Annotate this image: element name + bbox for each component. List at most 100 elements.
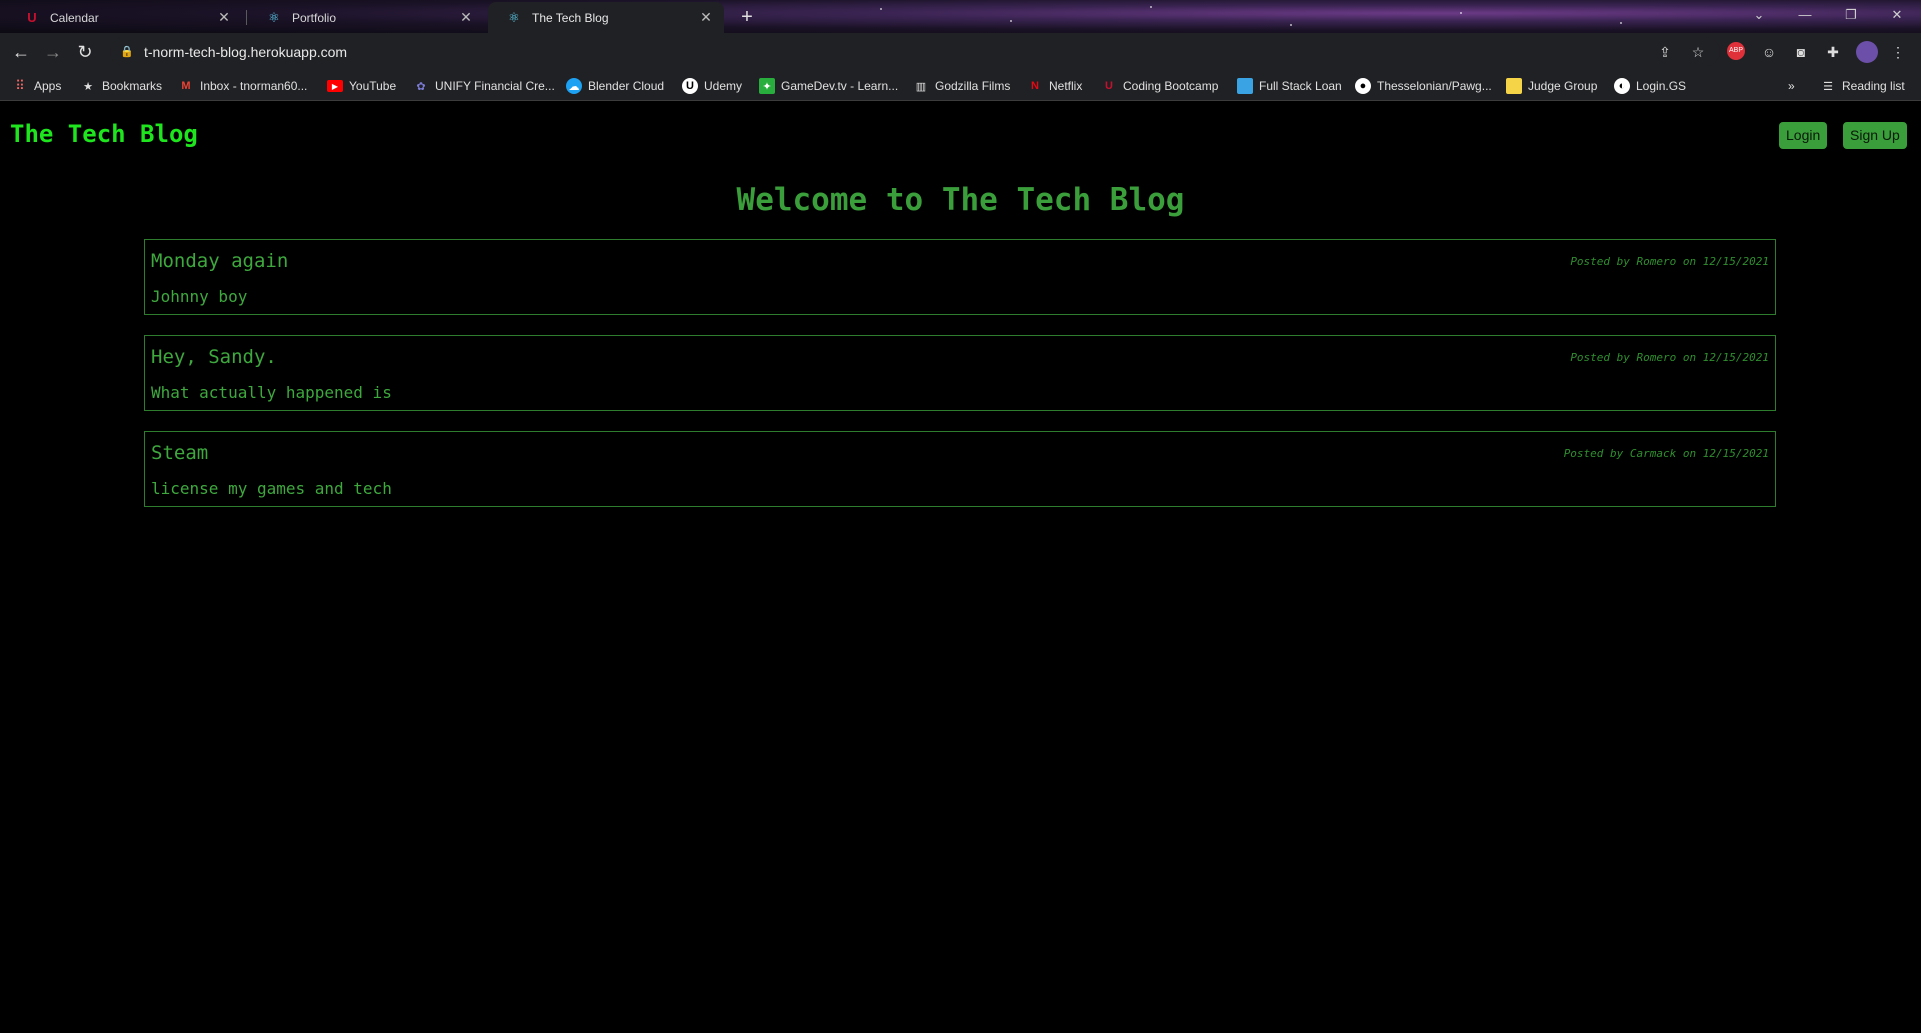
restore-icon[interactable]: ❐ [1828, 0, 1874, 30]
url-text: t-norm-tech-blog.herokuapp.com [144, 43, 348, 60]
site-title[interactable]: The Tech Blog [10, 120, 198, 148]
bookmarks-overflow[interactable]: » [1788, 76, 1795, 96]
bookmark-star-icon[interactable]: ☆ [1688, 42, 1708, 62]
globe-icon: ◐ [1614, 78, 1630, 94]
bookmark-unify[interactable]: ✿ UNIFY Financial Cre... [413, 76, 555, 96]
new-tab-button[interactable]: + [733, 5, 761, 29]
bookmark-label: Udemy [704, 79, 743, 93]
bookmark-label: UNIFY Financial Cre... [435, 79, 555, 93]
bookmark-login-gs[interactable]: ◐ Login.GS [1614, 76, 1686, 96]
blue-square-icon [1237, 78, 1253, 94]
login-button[interactable]: Login [1779, 122, 1828, 149]
close-icon[interactable]: ✕ [458, 9, 474, 26]
bookmark-bookmarks[interactable]: ★ Bookmarks [80, 76, 162, 96]
bookmark-label: Blender Cloud [588, 79, 665, 93]
bookmark-label: Login.GS [1636, 79, 1687, 93]
address-bar[interactable]: 🔒 t-norm-tech-blog.herokuapp.com [110, 37, 1720, 66]
bookmark-label: YouTube [349, 79, 397, 93]
close-icon[interactable]: ✕ [216, 9, 232, 26]
gmail-icon: M [181, 80, 191, 92]
decorative-star [1620, 22, 1622, 24]
bookmark-udemy[interactable]: U Udemy [682, 76, 742, 96]
udemy-icon: U [682, 78, 698, 94]
tab-portfolio[interactable]: ⚛ Portfolio ✕ [248, 2, 484, 33]
post-card[interactable]: Monday again Posted by Romero on 12/15/2… [144, 239, 1776, 315]
bookmark-godzilla[interactable]: ▥ Godzilla Films [913, 76, 1011, 96]
minimize-icon[interactable]: — [1782, 0, 1828, 30]
netflix-icon: N [1031, 80, 1039, 92]
unify-icon: ✿ [416, 80, 426, 93]
signup-button[interactable]: Sign Up [1843, 122, 1907, 149]
tab-title: The Tech Blog [532, 10, 609, 25]
close-icon[interactable]: ✕ [698, 9, 714, 26]
post-card[interactable]: Hey, Sandy. Posted by Romero on 12/15/20… [144, 335, 1776, 411]
bookmark-label: GameDev.tv - Learn... [781, 79, 899, 93]
post-title[interactable]: Monday again [151, 250, 288, 272]
bookmark-label: Coding Bootcamp [1123, 79, 1219, 93]
decorative-star [880, 8, 882, 10]
bookmark-blender-cloud[interactable]: ☁ Blender Cloud [566, 76, 664, 96]
decorative-star [1150, 6, 1152, 8]
bookmark-inbox[interactable]: M Inbox - tnorman60... [178, 76, 307, 96]
bookmark-label: Thesselonian/Pawg... [1377, 79, 1492, 93]
post-card[interactable]: Steam Posted by Carmack on 12/15/2021 li… [144, 431, 1776, 507]
bookmark-youtube[interactable]: ▶ YouTube [327, 76, 396, 96]
react-logo-icon: ⚛ [508, 9, 520, 25]
bookmark-judge-group[interactable]: Judge Group [1506, 76, 1597, 96]
post-title[interactable]: Hey, Sandy. [151, 346, 277, 368]
university-logo-icon: U [27, 10, 37, 25]
forward-icon[interactable]: → [40, 39, 66, 65]
extensions-puzzle-icon[interactable]: ✚ [1823, 42, 1843, 62]
tab-calendar[interactable]: U Calendar ✕ [6, 2, 242, 33]
decorative-star [1010, 20, 1012, 22]
browser-toolbar: ← → ↻ 🔒 t-norm-tech-blog.herokuapp.com ⇪… [0, 33, 1921, 70]
bookmark-gamedev[interactable]: ✦ GameDev.tv - Learn... [759, 76, 898, 96]
bookmarks-bar: ⠿ Apps ★ Bookmarks M Inbox - tnorman60... ▶… [0, 70, 1921, 101]
extension-face-icon[interactable]: ☺ [1759, 42, 1779, 62]
bookmark-label: Inbox - tnorman60... [200, 79, 308, 93]
avatar[interactable] [1856, 41, 1878, 63]
reading-list-button[interactable]: ☰ Reading list [1820, 76, 1905, 96]
page-title: Welcome to The Tech Blog [736, 182, 1185, 218]
post-title[interactable]: Steam [151, 442, 208, 464]
adblock-icon[interactable]: ABP [1727, 42, 1745, 60]
bookmark-full-stack-loan[interactable]: Full Stack Loan [1237, 76, 1342, 96]
post-body: What actually happened is [151, 383, 392, 402]
tab-separator [246, 10, 247, 25]
camera-icon[interactable]: ◙ [1791, 42, 1811, 62]
lock-icon: 🔒 [120, 46, 134, 58]
share-icon[interactable]: ⇪ [1655, 42, 1675, 62]
bookmark-label: Full Stack Loan [1259, 79, 1342, 93]
close-window-icon[interactable]: ✕ [1874, 0, 1920, 30]
cloud-icon: ☁ [566, 78, 582, 94]
post-body: license my games and tech [151, 479, 392, 498]
youtube-icon: ▶ [327, 80, 343, 92]
post-meta: Posted by Romero on 12/15/2021 [1570, 255, 1769, 268]
tab-tech-blog[interactable]: ⚛ The Tech Blog ✕ [488, 2, 724, 33]
overflow-chevron-icon: » [1788, 79, 1795, 93]
post-body: Johnny boy [151, 287, 248, 306]
tab-search-icon[interactable]: ⌄ [1736, 0, 1782, 30]
menu-kebab-icon[interactable]: ⋮ [1888, 42, 1908, 62]
post-meta: Posted by Romero on 12/15/2021 [1570, 351, 1769, 364]
reading-list-icon: ☰ [1823, 80, 1833, 93]
building-icon: ▥ [915, 80, 927, 93]
back-icon[interactable]: ← [8, 39, 34, 65]
bookmark-label: Apps [34, 79, 62, 93]
bookmark-netflix[interactable]: N Netflix [1027, 76, 1082, 96]
bookmark-label: Judge Group [1528, 79, 1598, 93]
apps-grid-icon: ⠿ [15, 78, 25, 93]
note-icon [1506, 78, 1522, 94]
tab-title: Calendar [50, 10, 99, 25]
bookmark-label: Netflix [1049, 79, 1083, 93]
reload-icon[interactable]: ↻ [72, 39, 98, 65]
bookmark-coding-bootcamp[interactable]: U Coding Bootcamp [1101, 76, 1218, 96]
decorative-star [1290, 24, 1292, 26]
star-icon: ★ [83, 80, 93, 93]
page-content: The Tech Blog Login Sign Up Welcome to T… [0, 102, 1921, 1033]
bookmark-apps[interactable]: ⠿ Apps [12, 76, 61, 96]
tab-title: Portfolio [292, 10, 337, 25]
bookmark-github[interactable]: ● Thesselonian/Pawg... [1355, 76, 1492, 96]
university-logo-icon: U [1105, 80, 1113, 92]
decorative-star [1460, 12, 1462, 14]
